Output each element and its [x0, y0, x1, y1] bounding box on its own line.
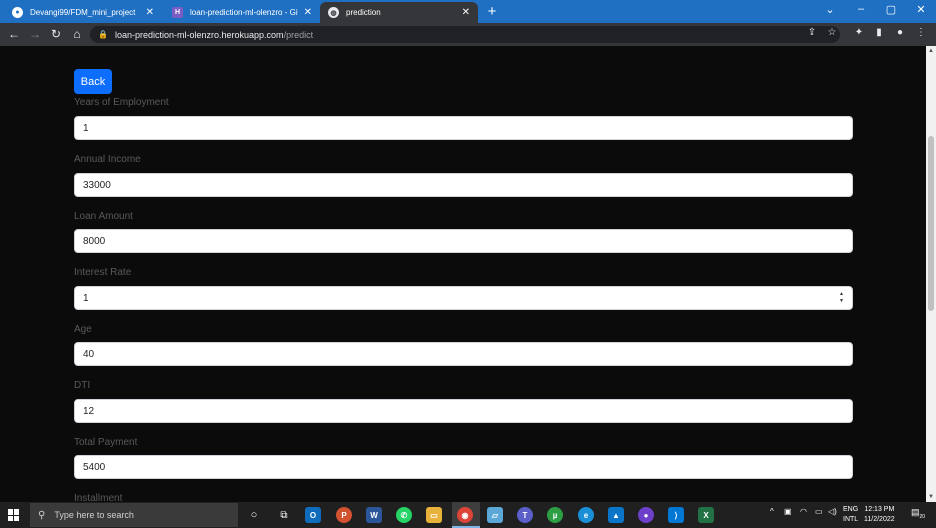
cortana-icon[interactable]: ○ [246, 507, 262, 523]
photos-icon[interactable]: ▲ [608, 507, 624, 523]
years-of-employment-input[interactable]: 1 [74, 116, 853, 140]
lang-top: ENG [843, 506, 859, 513]
excel-icon[interactable]: X [698, 507, 714, 523]
back-button[interactable]: Back [74, 69, 112, 94]
label-total-payment: Total Payment [74, 437, 138, 448]
label-interest-rate: Interest Rate [74, 267, 132, 278]
tray-app-icon[interactable]: ▣ [784, 507, 792, 516]
total-payment-input[interactable]: 5400 [74, 455, 853, 479]
url-host: loan-prediction-ml-olenzro.herokuapp.com [114, 29, 284, 40]
home-icon[interactable]: ⌂ [70, 27, 84, 41]
powerpoint-icon[interactable]: P [336, 507, 352, 523]
address-bar[interactable]: 🔒 loan-prediction-ml-olenzro.herokuapp.c… [90, 26, 840, 43]
new-tab-button[interactable]: + [484, 4, 500, 20]
tab-label: loan-prediction-ml-olenzro - GitHub [190, 8, 298, 17]
globe-icon: ◍ [328, 7, 339, 18]
github-icon: ● [12, 7, 23, 18]
profile-icon[interactable]: ● [893, 27, 907, 38]
number-spinner[interactable]: ▲ ▼ [839, 291, 844, 305]
windows-taskbar: ⚲ Type here to search ○ ⧉ O P W ✆ ▭ ◉ ▱ … [0, 502, 936, 528]
label-loan-amount: Loan Amount [74, 211, 133, 222]
input-value: 12 [83, 405, 95, 417]
scrollbar-thumb[interactable] [928, 136, 934, 311]
extensions-puzzle-icon[interactable]: ✦ [852, 27, 866, 38]
scroll-up-icon[interactable]: ▲ [926, 46, 936, 56]
input-value: 33000 [83, 179, 111, 191]
close-icon[interactable]: ✕ [146, 7, 154, 18]
input-value: 40 [83, 348, 95, 360]
label-annual-income: Annual Income [74, 154, 141, 165]
lock-icon: 🔒 [98, 30, 108, 39]
share-icon[interactable]: ⇪ [805, 27, 819, 38]
word-icon[interactable]: W [366, 507, 382, 523]
scroll-down-icon[interactable]: ▼ [926, 492, 936, 502]
search-placeholder: Type here to search [54, 510, 134, 520]
notes-app-icon[interactable]: ▱ [487, 507, 503, 523]
page-content: Back Years of Employment 1 Annual Income… [0, 46, 926, 502]
label-installment: Installment [74, 493, 123, 502]
dti-input[interactable]: 12 [74, 399, 853, 423]
lang-bottom: INTL [843, 516, 859, 523]
browser-toolbar: ← → ↻ ⌂ 🔒 loan-prediction-ml-olenzro.her… [0, 23, 936, 46]
tab-github-heroku[interactable]: H loan-prediction-ml-olenzro - GitHub ✕ [164, 2, 320, 23]
chrome-icon[interactable]: ◉ [457, 507, 473, 523]
utorrent-icon[interactable]: µ [547, 507, 563, 523]
url-path: /predict [283, 29, 314, 40]
input-value: 1 [83, 292, 89, 304]
tab-github-repo[interactable]: ● Devangi99/FDM_mini_project ✕ [4, 2, 162, 23]
notification-count: 20 [919, 513, 926, 520]
close-icon[interactable]: ✕ [462, 7, 470, 18]
wifi-icon[interactable]: ◠ [800, 507, 807, 516]
tab-search-chevron-icon[interactable]: ⌄ [820, 3, 840, 16]
tab-label: Devangi99/FDM_mini_project [30, 8, 136, 17]
reload-icon[interactable]: ↻ [49, 27, 63, 41]
side-panel-icon[interactable]: ▮ [872, 27, 886, 38]
outlook-icon[interactable]: O [305, 507, 321, 523]
close-icon[interactable]: ✕ [304, 7, 312, 18]
label-dti: DTI [74, 380, 91, 391]
search-icon: ⚲ [38, 509, 46, 521]
vscode-icon[interactable]: ⟩ [668, 507, 684, 523]
annual-income-input[interactable]: 33000 [74, 173, 853, 197]
clock-date: 11/2/2022 [864, 516, 895, 523]
taskbar-search-box[interactable]: ⚲ Type here to search [30, 503, 238, 527]
volume-icon[interactable]: ◁) [828, 507, 837, 516]
back-arrow-icon[interactable]: ← [7, 27, 21, 41]
tab-label: prediction [346, 8, 381, 17]
label-age: Age [74, 324, 92, 335]
task-view-icon[interactable]: ⧉ [276, 507, 292, 523]
file-explorer-icon[interactable]: ▭ [426, 507, 442, 523]
loan-amount-input[interactable]: 8000 [74, 229, 853, 253]
chevron-up-icon[interactable]: ^ [770, 507, 774, 516]
label-years-of-employment: Years of Employment [74, 97, 169, 108]
windows-start-icon[interactable] [8, 509, 20, 521]
page-scrollbar[interactable]: ▲ ▼ [926, 46, 936, 502]
interest-rate-input[interactable]: 1 ▲ ▼ [74, 286, 853, 310]
menu-kebab-icon[interactable]: ⋮ [914, 27, 928, 38]
window-close-icon[interactable]: ✕ [911, 3, 931, 16]
browser-tab-bar: ● Devangi99/FDM_mini_project ✕ H loan-pr… [0, 0, 936, 23]
github-desktop-icon[interactable]: ● [638, 507, 654, 523]
heroku-icon: H [172, 7, 183, 18]
clock[interactable]: 12:13 PM 11/2/2022 [864, 505, 895, 525]
input-value: 5400 [83, 461, 106, 473]
edge-icon[interactable]: e [578, 507, 594, 523]
clock-time: 12:13 PM [864, 506, 895, 513]
battery-icon[interactable]: ▭ [815, 507, 823, 516]
minimize-icon[interactable]: – [851, 3, 871, 15]
language-indicator[interactable]: ENG INTL [843, 505, 858, 525]
teams-icon[interactable]: T [517, 507, 533, 523]
bookmark-star-icon[interactable]: ☆ [825, 27, 839, 38]
maximize-icon[interactable]: ▢ [881, 3, 901, 16]
notification-icon[interactable]: ▤20 [911, 507, 925, 520]
input-value: 8000 [83, 235, 106, 247]
input-value: 1 [83, 122, 89, 134]
age-input[interactable]: 40 [74, 342, 853, 366]
whatsapp-icon[interactable]: ✆ [396, 507, 412, 523]
tab-prediction[interactable]: ◍ prediction ✕ [320, 2, 478, 23]
forward-arrow-icon[interactable]: → [28, 27, 42, 41]
